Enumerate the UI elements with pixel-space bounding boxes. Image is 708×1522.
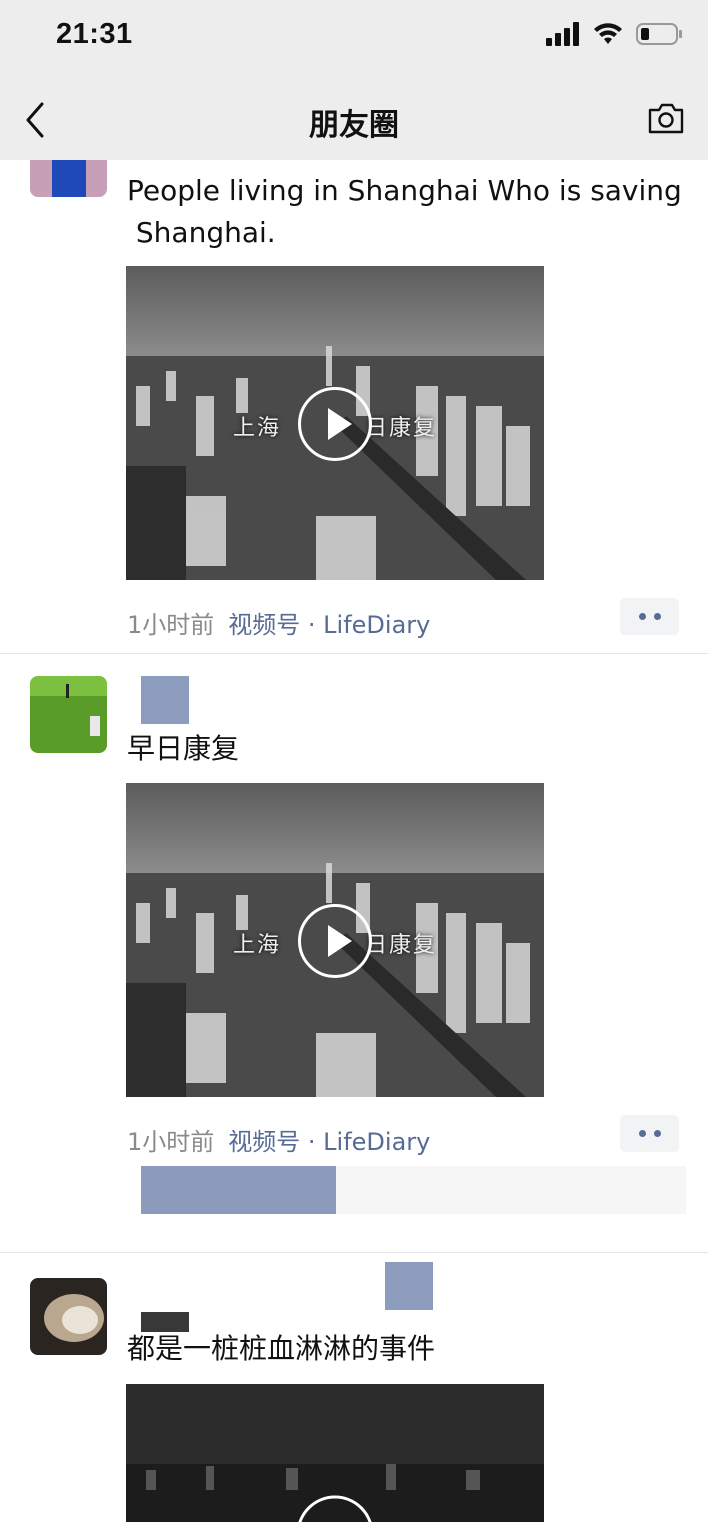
video-thumbnail[interactable]: 上海 日康复 <box>126 783 544 1097</box>
caption-right: 日康复 <box>365 416 438 441</box>
status-time: 21:31 <box>56 18 133 50</box>
city-skyline-image <box>126 1384 544 1522</box>
page-title: 朋友圈 <box>309 108 399 143</box>
moment-post: 早日康复 上海 日康复 1小时前 视频号 · LifeDiary <box>0 676 708 1250</box>
moment-post: 都是一桩桩血淋淋的事件 <box>0 1262 708 1522</box>
name-blur <box>385 1262 433 1310</box>
video-thumbnail[interactable] <box>126 1384 544 1522</box>
post-text: People living in Shanghai Who is saving … <box>127 170 682 254</box>
post-source-link[interactable]: 视频号 · LifeDiary <box>228 1122 430 1157</box>
battery-icon <box>636 23 682 45</box>
post-time: 1小时前 <box>127 611 215 639</box>
play-icon[interactable] <box>298 387 372 461</box>
status-icons <box>546 22 684 46</box>
post-text: 早日康复 <box>127 732 240 765</box>
avatar[interactable] <box>30 160 107 197</box>
name-blur <box>141 1166 336 1214</box>
post-text-line: Shanghai. <box>127 216 276 249</box>
more-actions-button[interactable] <box>620 598 679 635</box>
post-divider <box>0 1252 708 1253</box>
nav-bar: 朋友圈 <box>0 80 708 160</box>
post-meta: 1小时前 视频号 · LifeDiary <box>127 605 430 640</box>
moment-post: People living in Shanghai Who is saving … <box>0 160 708 653</box>
wifi-icon <box>594 23 622 44</box>
post-divider <box>0 653 708 654</box>
avatar-image <box>30 676 107 753</box>
post-source-link[interactable]: 视频号 · LifeDiary <box>228 605 430 640</box>
play-icon[interactable] <box>298 904 372 978</box>
name-blur <box>141 676 189 724</box>
caption-left: 上海 <box>232 933 281 958</box>
avatar-image <box>30 1278 107 1355</box>
avatar[interactable] <box>30 676 107 753</box>
caption-left: 上海 <box>232 416 281 441</box>
avatar[interactable] <box>30 1278 107 1355</box>
likes-area <box>141 1166 686 1214</box>
post-text: 都是一桩桩血淋淋的事件 <box>127 1332 436 1365</box>
caption-right: 日康复 <box>365 933 438 958</box>
video-thumbnail[interactable]: 上海 日康复 <box>126 266 544 580</box>
camera-icon[interactable] <box>646 98 686 138</box>
more-actions-button[interactable] <box>620 1115 679 1152</box>
post-meta: 1小时前 视频号 · LifeDiary <box>127 1122 430 1157</box>
moments-feed[interactable]: People living in Shanghai Who is saving … <box>0 160 708 1522</box>
post-time: 1小时前 <box>127 1128 215 1156</box>
signal-icon <box>546 22 579 46</box>
post-text-line: People living in Shanghai Who is saving <box>127 174 682 207</box>
avatar-image <box>30 160 107 197</box>
status-bar: 21:31 <box>0 0 708 80</box>
